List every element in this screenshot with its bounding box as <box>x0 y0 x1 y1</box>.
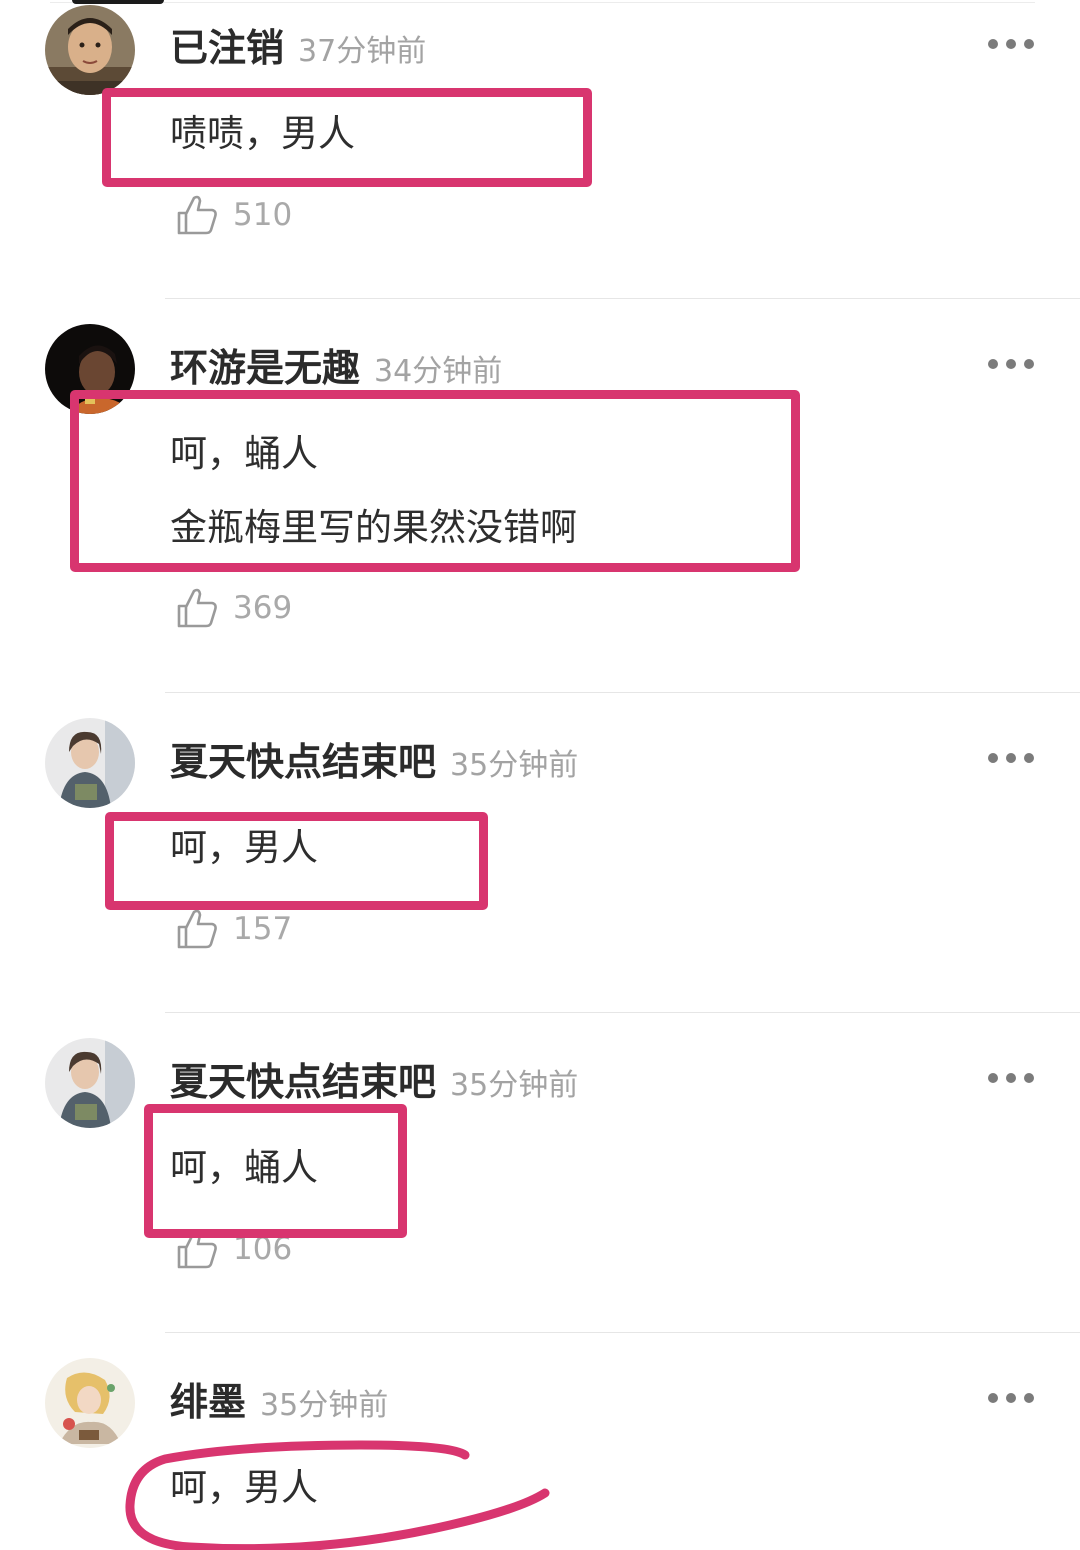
thumbs-up-icon <box>177 588 217 628</box>
highlight-loop <box>125 1440 550 1550</box>
highlight-box <box>105 812 488 910</box>
like-count: 510 <box>233 197 293 233</box>
highlight-box <box>70 390 800 572</box>
comment-divider <box>165 298 1080 299</box>
comment-divider <box>165 692 1080 693</box>
avatar[interactable] <box>45 5 135 95</box>
thumbs-up-icon <box>177 909 217 949</box>
like-button[interactable]: 157 <box>175 907 292 951</box>
username[interactable]: 已注销 37分钟前 <box>170 29 426 67</box>
timestamp: 35分钟前 <box>260 1388 389 1423</box>
like-button[interactable]: 369 <box>175 586 292 630</box>
comment-divider <box>165 1332 1080 1333</box>
username[interactable]: 夏天快点结束吧 35分钟前 <box>170 743 578 781</box>
timestamp: 35分钟前 <box>450 748 579 783</box>
timestamp: 37分钟前 <box>298 34 427 69</box>
highlight-box <box>144 1104 407 1238</box>
username[interactable]: 绯墨 35分钟前 <box>170 1383 388 1421</box>
timestamp: 35分钟前 <box>450 1068 579 1103</box>
more-dots-icon[interactable] <box>988 354 1034 374</box>
avatar[interactable] <box>45 1038 135 1128</box>
avatar[interactable] <box>45 718 135 808</box>
like-count: 369 <box>233 590 293 626</box>
like-count: 157 <box>233 911 293 947</box>
more-dots-icon[interactable] <box>988 1068 1034 1088</box>
comment-divider <box>165 1012 1080 1013</box>
avatar-girl-photo-icon <box>45 718 135 808</box>
username[interactable]: 夏天快点结束吧 35分钟前 <box>170 1063 578 1101</box>
top-tab-indicator <box>72 0 164 4</box>
highlight-box <box>102 88 592 187</box>
more-dots-icon[interactable] <box>988 1388 1034 1408</box>
avatar-man-photo-icon <box>45 5 135 95</box>
thumbs-up-icon <box>177 195 217 235</box>
avatar-girl-photo-icon <box>45 1038 135 1128</box>
more-dots-icon[interactable] <box>988 34 1034 54</box>
like-button[interactable]: 510 <box>175 193 292 237</box>
username[interactable]: 环游是无趣 34分钟前 <box>170 349 502 387</box>
timestamp: 34分钟前 <box>374 354 503 389</box>
more-dots-icon[interactable] <box>988 748 1034 768</box>
top-divider <box>50 2 1035 3</box>
